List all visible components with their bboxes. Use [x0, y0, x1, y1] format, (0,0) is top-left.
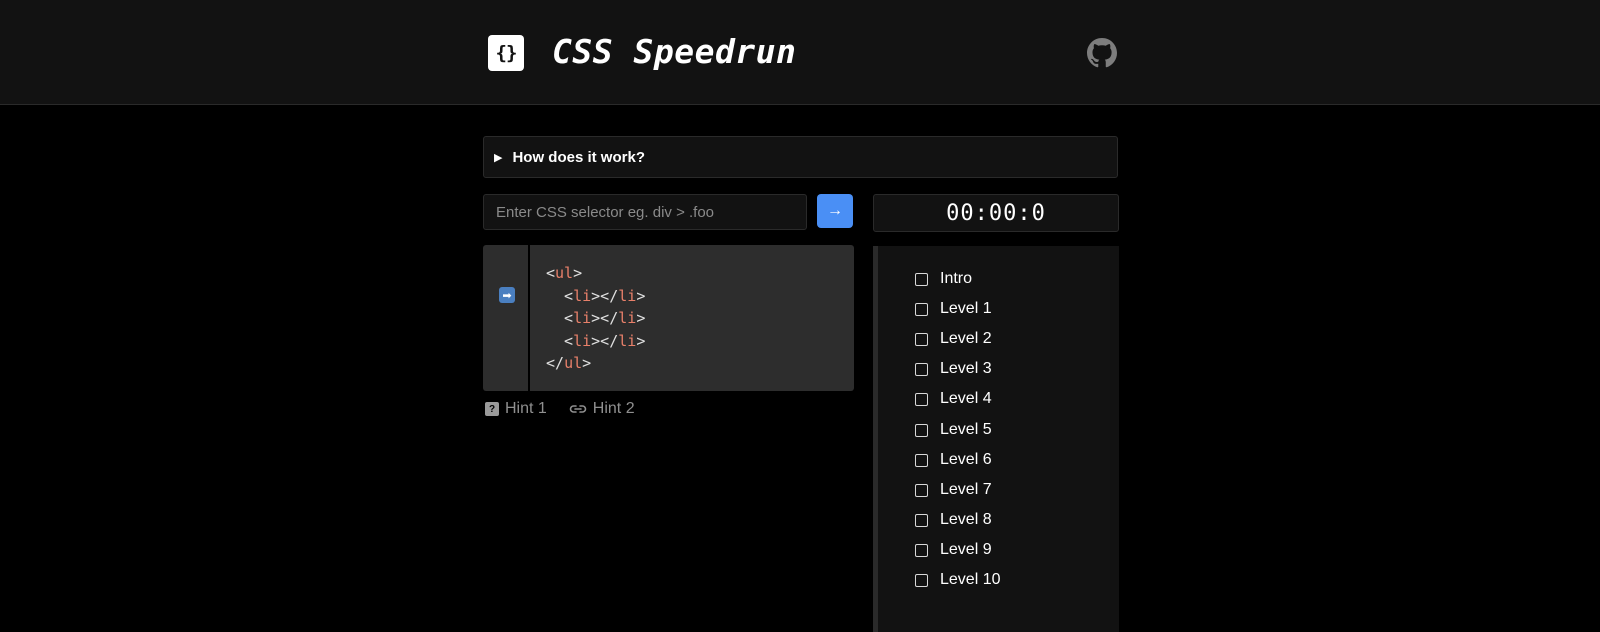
checkbox[interactable] [915, 453, 928, 467]
level-item-1[interactable]: Level 1 [915, 300, 992, 318]
hint-2-label: Hint 2 [592, 400, 635, 417]
level-item-6[interactable]: Level 6 [915, 451, 992, 469]
top-bar: {} CSS Speedrun [0, 0, 1600, 105]
logo-icon[interactable]: {} [488, 35, 524, 71]
checkbox[interactable] [915, 423, 928, 437]
checkbox[interactable] [915, 543, 928, 557]
code-line: <li></li> [546, 309, 646, 327]
code-line: <li></li> [546, 331, 646, 350]
link-icon [569, 405, 587, 413]
arrow-right-icon: → [827, 202, 843, 219]
github-icon[interactable] [1087, 38, 1117, 68]
submit-button[interactable]: → [817, 194, 853, 228]
hint-1-label: Hint 1 [505, 400, 547, 417]
level-item-5[interactable]: Level 5 [915, 421, 992, 439]
timer: 00:00:0 [873, 194, 1119, 232]
level-item-10[interactable]: Level 10 [915, 571, 1001, 589]
level-item-4[interactable]: Level 4 [915, 390, 992, 408]
selector-input[interactable] [483, 194, 807, 230]
code-line: <li></li> [546, 286, 646, 305]
disclosure-triangle-icon: ▶ [494, 151, 503, 164]
logo-braces: {} [495, 42, 518, 64]
level-item-7[interactable]: Level 7 [915, 481, 992, 499]
checkbox[interactable] [915, 392, 928, 406]
level-item-2[interactable]: Level 2 [915, 330, 992, 348]
hint-2-link[interactable]: Hint 2 [569, 400, 635, 418]
checkbox[interactable] [915, 302, 928, 316]
code-gutter: ➡ [483, 245, 528, 391]
checkbox[interactable] [915, 272, 928, 286]
checkbox[interactable] [915, 332, 928, 346]
faq-toggle[interactable]: ▶ How does it work? [483, 136, 1118, 178]
code-line: </ul> [546, 354, 592, 372]
hints-row: ? Hint 1 Hint 2 [485, 400, 635, 418]
checkbox[interactable] [915, 513, 928, 527]
level-item-9[interactable]: Level 9 [915, 541, 992, 559]
level-list: Intro Level 1 Level 2 Level 3 Level 4 Le… [873, 246, 1119, 632]
checkbox[interactable] [915, 362, 928, 376]
faq-label: How does it work? [512, 148, 645, 166]
question-icon: ? [485, 402, 499, 416]
level-item-intro[interactable]: Intro [915, 270, 972, 288]
level-item-3[interactable]: Level 3 [915, 360, 992, 378]
current-line-marker-icon: ➡ [499, 287, 515, 303]
checkbox[interactable] [915, 483, 928, 497]
hint-1-link[interactable]: ? Hint 1 [485, 400, 547, 418]
app-title[interactable]: CSS Speedrun [552, 32, 796, 71]
code-block: <ul> <li></li> <li></li> <li></li> </ul> [530, 245, 854, 391]
checkbox[interactable] [915, 573, 928, 587]
code-line: <ul> [546, 264, 583, 282]
level-item-8[interactable]: Level 8 [915, 511, 992, 529]
